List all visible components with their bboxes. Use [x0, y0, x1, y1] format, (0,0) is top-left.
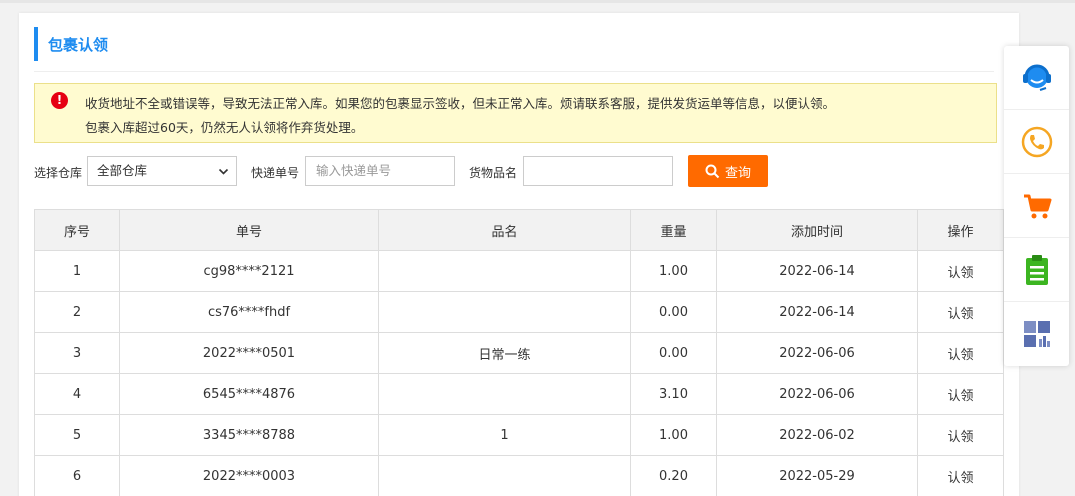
goods-label: 货物品名 — [469, 166, 518, 180]
cart-icon — [1023, 194, 1051, 218]
warehouse-select-value: 全部仓库 — [97, 163, 148, 178]
cell-goods — [378, 373, 631, 415]
cell-date: 2022-06-14 — [716, 291, 918, 333]
col-header-index: 序号 — [34, 209, 120, 251]
cell-goods — [378, 291, 631, 333]
table-row: 1 cg98****2121 1.00 2022-06-14 认领 — [34, 250, 1004, 292]
cell-date: 2022-06-06 — [716, 332, 918, 374]
alert-icon: ! — [51, 92, 68, 109]
cell-goods: 日常一练 — [378, 332, 631, 374]
tracking-input[interactable]: 输入快递单号 — [305, 156, 455, 186]
col-header-action: 操作 — [917, 209, 1004, 251]
dashboard-icon — [1023, 321, 1050, 347]
customer-service-icon — [1022, 64, 1051, 91]
table-row: 3 2022****0501 日常一练 0.00 2022-06-06 认领 — [34, 332, 1004, 374]
claim-link[interactable]: 认领 — [917, 250, 1004, 292]
sidebar-item-dashboard[interactable] — [1004, 302, 1069, 366]
cell-tracking: cg98****2121 — [119, 250, 379, 292]
chevron-down-icon — [218, 168, 229, 175]
tracking-placeholder: 输入快递单号 — [316, 163, 392, 178]
top-border — [0, 0, 1075, 3]
warehouse-label: 选择仓库 — [34, 166, 83, 180]
warehouse-select[interactable]: 全部仓库 — [87, 156, 237, 186]
search-icon — [705, 164, 720, 178]
notice-line-2: 包裹入库超过60天，仍然无人认领将作弃货处理。 — [85, 120, 364, 135]
cell-tracking: 2022****0501 — [119, 332, 379, 374]
cell-weight: 0.20 — [630, 455, 717, 496]
table-row: 5 3345****8788 1 1.00 2022-06-02 认领 — [34, 414, 1004, 456]
table-row: 4 6545****4876 3.10 2022-06-06 认领 — [34, 373, 1004, 415]
table-row: 6 2022****0003 0.20 2022-05-29 认领 — [34, 455, 1004, 496]
cell-index: 4 — [34, 373, 120, 415]
page-header: 包裹认领 — [34, 27, 108, 61]
col-header-tracking: 单号 — [119, 209, 379, 251]
cell-weight: 0.00 — [630, 332, 717, 374]
sidebar-item-customer-service[interactable] — [1004, 46, 1069, 110]
filter-bar: 选择仓库 全部仓库 快递单号 输入快递单号 货物品名 查询 — [34, 155, 1014, 188]
cell-weight: 3.10 — [630, 373, 717, 415]
col-header-goods: 品名 — [378, 209, 631, 251]
claim-link[interactable]: 认领 — [917, 332, 1004, 374]
goods-input[interactable] — [523, 156, 673, 186]
cell-index: 3 — [34, 332, 120, 374]
main-panel: 包裹认领 ! 收货地址不全或错误等，导致无法正常入库。如果您的包裹显示签收，但未… — [19, 13, 1019, 496]
cell-goods — [378, 250, 631, 292]
sidebar-item-orders[interactable] — [1004, 238, 1069, 302]
claim-link[interactable]: 认领 — [917, 414, 1004, 456]
sidebar-item-phone[interactable] — [1004, 110, 1069, 174]
table-row: 2 cs76****fhdf 0.00 2022-06-14 认领 — [34, 291, 1004, 333]
cell-weight: 1.00 — [630, 250, 717, 292]
page-title: 包裹认领 — [48, 35, 109, 54]
cell-date: 2022-06-02 — [716, 414, 918, 456]
cell-index: 2 — [34, 291, 120, 333]
cell-goods: 1 — [378, 414, 631, 456]
cell-date: 2022-05-29 — [716, 455, 918, 496]
col-header-date: 添加时间 — [716, 209, 918, 251]
claim-link[interactable]: 认领 — [917, 291, 1004, 333]
claim-link[interactable]: 认领 — [917, 455, 1004, 496]
cell-index: 6 — [34, 455, 120, 496]
header-divider — [34, 71, 994, 72]
col-header-weight: 重量 — [630, 209, 717, 251]
phone-icon — [1021, 126, 1052, 157]
claim-link[interactable]: 认领 — [917, 373, 1004, 415]
notice-box: ! 收货地址不全或错误等，导致无法正常入库。如果您的包裹显示签收，但未正常入库。… — [34, 83, 997, 143]
cell-weight: 1.00 — [630, 414, 717, 456]
table-header-row: 序号 单号 品名 重量 添加时间 操作 — [34, 209, 1004, 251]
clipboard-icon — [1025, 254, 1048, 285]
cell-date: 2022-06-06 — [716, 373, 918, 415]
cell-tracking: cs76****fhdf — [119, 291, 379, 333]
search-button-label: 查询 — [724, 165, 751, 181]
package-table: 序号 单号 品名 重量 添加时间 操作 1 cg98****2121 1.00 … — [34, 209, 1004, 496]
tracking-label: 快递单号 — [251, 166, 300, 180]
cell-tracking: 6545****4876 — [119, 373, 379, 415]
cell-tracking: 2022****0003 — [119, 455, 379, 496]
cell-date: 2022-06-14 — [716, 250, 918, 292]
cell-index: 5 — [34, 414, 120, 456]
cell-weight: 0.00 — [630, 291, 717, 333]
cell-goods — [378, 455, 631, 496]
sidebar-item-cart[interactable] — [1004, 174, 1069, 238]
search-button[interactable]: 查询 — [688, 155, 768, 187]
floating-sidebar — [1004, 46, 1069, 366]
notice-line-1: 收货地址不全或错误等，导致无法正常入库。如果您的包裹显示签收，但未正常入库。烦请… — [85, 96, 836, 111]
cell-tracking: 3345****8788 — [119, 414, 379, 456]
cell-index: 1 — [34, 250, 120, 292]
title-accent-bar — [34, 27, 38, 61]
